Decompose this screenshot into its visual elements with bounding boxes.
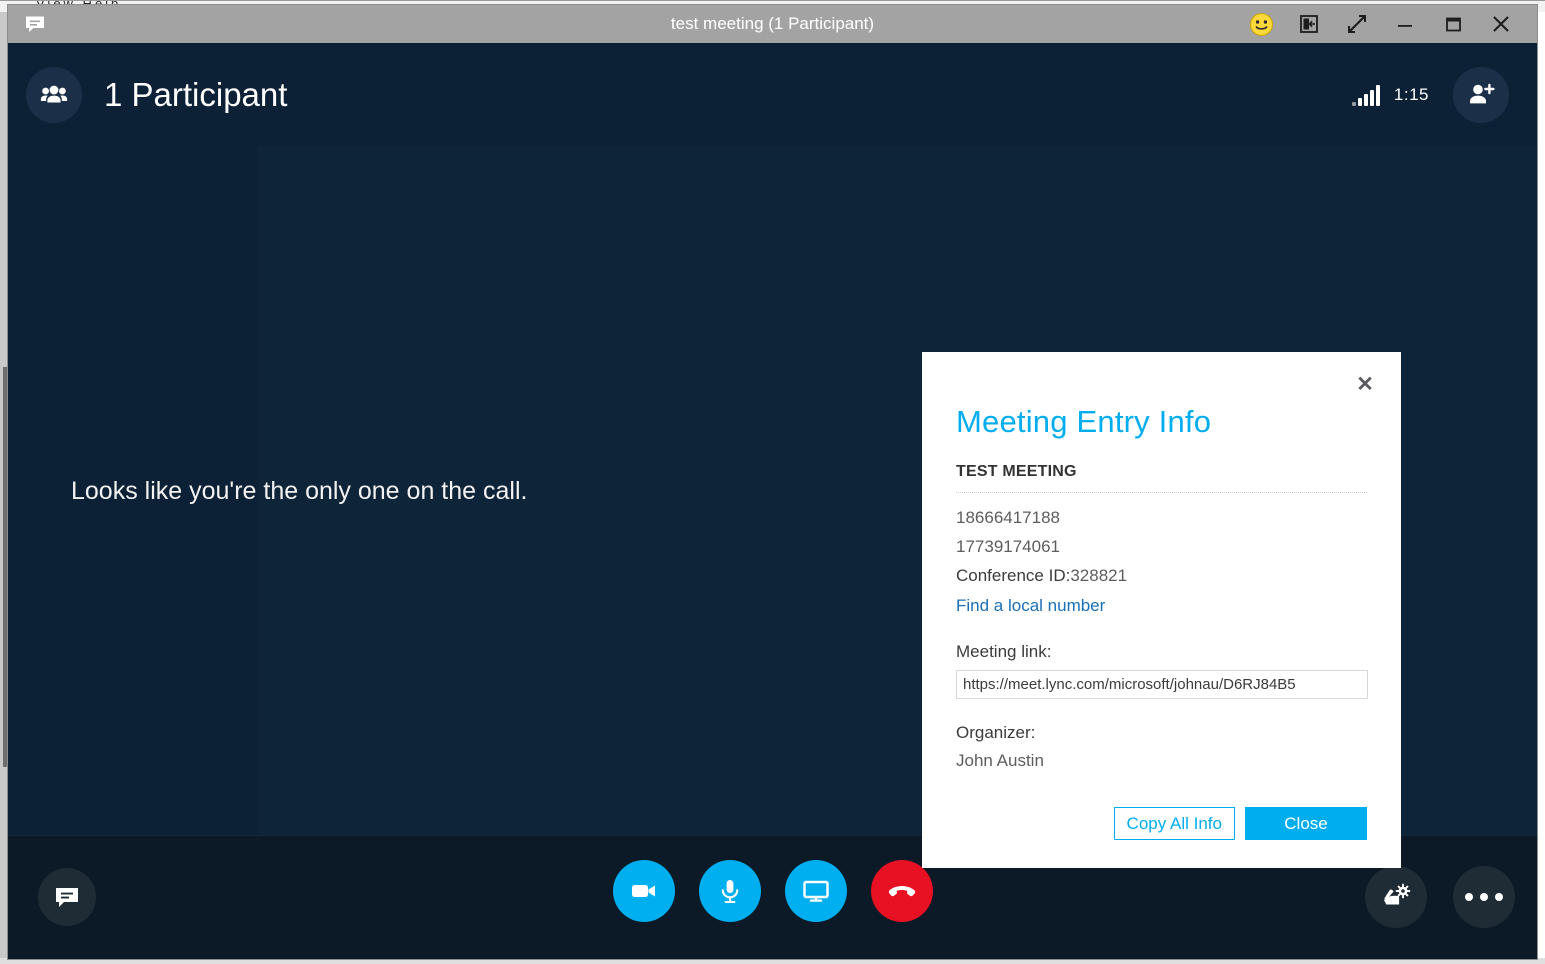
find-local-number-link[interactable]: Find a local number <box>956 596 1367 616</box>
copy-all-info-button[interactable]: Copy All Info <box>1113 807 1235 840</box>
close-dialog-button[interactable]: Close <box>1245 807 1367 840</box>
more-options-button[interactable] <box>1453 866 1515 928</box>
signal-strength-icon <box>1351 84 1380 106</box>
dialog-divider <box>956 492 1367 493</box>
pop-in-icon[interactable] <box>1287 6 1331 42</box>
screen-share-button[interactable] <box>784 860 847 922</box>
window-title: test meeting (1 Participant) <box>670 14 875 33</box>
participants-button[interactable] <box>26 67 82 123</box>
maximize-icon[interactable] <box>1431 6 1475 42</box>
title-bar-controls <box>1237 6 1537 42</box>
meeting-entry-info-dialog: ✕ Meeting Entry Info TEST MEETING 186664… <box>922 352 1401 868</box>
chat-bubble-icon[interactable] <box>22 11 48 37</box>
expand-arrows-icon[interactable] <box>1335 6 1379 42</box>
title-bar: test meeting (1 Participant) <box>8 5 1537 43</box>
dialog-close-button[interactable]: ✕ <box>1351 370 1379 398</box>
dialog-title: Meeting Entry Info <box>956 404 1212 439</box>
meeting-header: 1 Participant 1:15 <box>8 43 1537 147</box>
chat-toggle-button[interactable] <box>38 868 96 926</box>
minimize-icon[interactable] <box>1383 6 1427 42</box>
meeting-link-label: Meeting link: <box>956 642 1052 661</box>
dial-in-number: 17739174061 <box>956 537 1061 556</box>
dial-in-number: 18666417188 <box>956 508 1061 527</box>
video-camera-icon <box>631 885 655 897</box>
chat-bubble-icon <box>56 888 78 907</box>
add-participant-button[interactable] <box>1453 67 1509 123</box>
conference-id-value: 328821 <box>1070 566 1128 585</box>
microphone-icon <box>721 880 738 904</box>
ellipsis-icon <box>1465 893 1503 901</box>
end-call-button[interactable] <box>870 860 933 922</box>
microphone-button[interactable] <box>698 860 761 922</box>
video-camera-button[interactable] <box>612 860 675 922</box>
people-group-icon <box>40 85 68 103</box>
call-timer: 1:15 <box>1393 85 1429 104</box>
phone-gear-icon <box>1384 883 1411 905</box>
meeting-subject: TEST MEETING <box>956 463 1077 480</box>
title-bar-left-group <box>8 11 308 37</box>
monitor-screen-share-icon <box>802 880 829 902</box>
organizer-label: Organizer: <box>956 723 1036 742</box>
header-right-group: 1:15 <box>1351 67 1509 123</box>
organizer-name: John Austin <box>956 751 1044 770</box>
add-person-icon <box>1470 83 1495 104</box>
meeting-window: test meeting (1 Participant) 1 Participa… <box>7 4 1538 960</box>
call-settings-button[interactable] <box>1365 866 1427 928</box>
meeting-link-input[interactable] <box>956 670 1368 699</box>
close-icon[interactable] <box>1479 6 1523 42</box>
participant-count-label: 1 Participant <box>104 76 288 113</box>
smiley-face-icon[interactable] <box>1239 6 1283 42</box>
hangup-phone-icon <box>888 886 915 897</box>
call-controls-group <box>612 860 933 922</box>
conference-id-row: Conference ID:328821 <box>956 566 1367 586</box>
conference-id-label: Conference ID: <box>956 566 1071 585</box>
dialog-actions: Copy All Info Close <box>1113 807 1367 840</box>
